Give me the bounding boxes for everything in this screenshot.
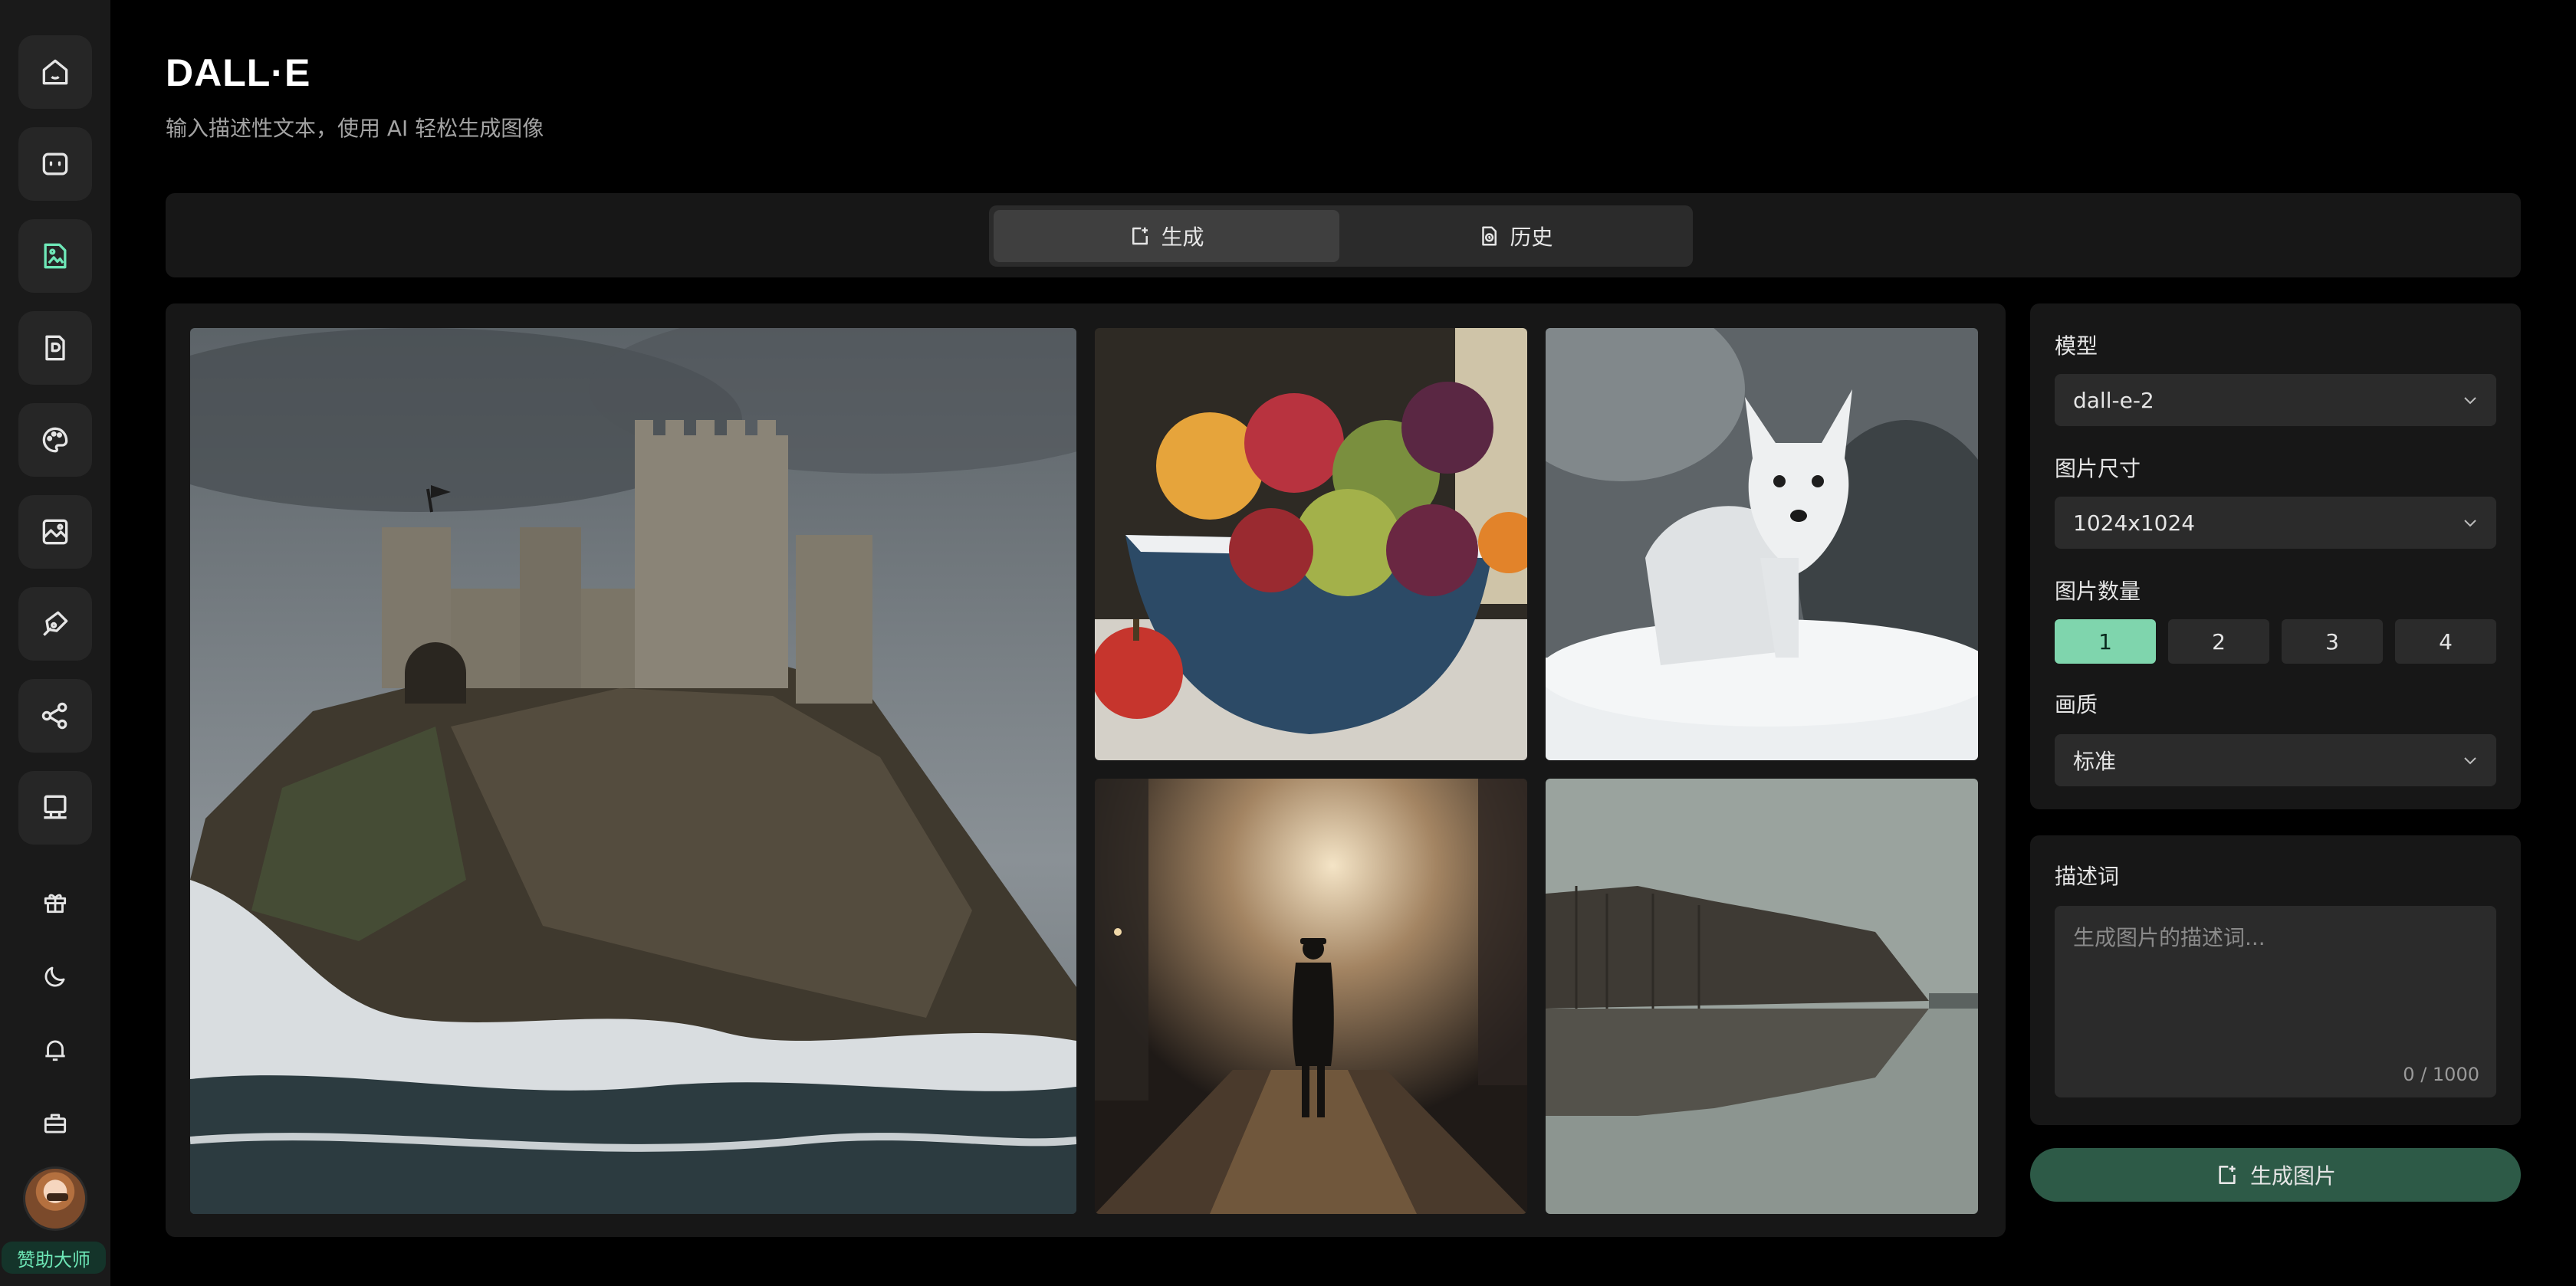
edit-icon — [2219, 1166, 2236, 1184]
pen-icon — [43, 611, 68, 636]
chevron-down-icon — [2464, 757, 2476, 765]
nav-picture[interactable] — [18, 495, 92, 569]
tab-generate-label: 生成 — [1161, 225, 1204, 250]
generate-button[interactable]: 生成图片 — [2030, 1148, 2521, 1202]
model-label: 模型 — [2055, 333, 2098, 359]
tab-history[interactable]: 历史 — [1342, 210, 1688, 262]
tab-history-label: 历史 — [1510, 225, 1553, 250]
char-counter: 0 / 1000 — [2403, 1064, 2479, 1085]
nav-image-generate[interactable] — [18, 219, 92, 293]
sidebar: 赞助大师 — [0, 0, 110, 1286]
castle-image[interactable] — [190, 328, 1076, 1214]
gift-icon — [44, 894, 67, 914]
presentation-icon — [44, 795, 67, 819]
nav-document[interactable] — [18, 311, 92, 385]
nav-palette[interactable] — [18, 403, 92, 477]
page-subtitle: 输入描述性文本，使用 AI 轻松生成图像 — [166, 116, 544, 141]
count-option-1[interactable]: 1 — [2055, 619, 2156, 664]
count-label: 图片数量 — [2055, 579, 2141, 604]
palette-icon — [42, 427, 68, 453]
quality-label: 画质 — [2055, 692, 2098, 717]
count-option-2[interactable]: 2 — [2168, 619, 2269, 664]
nav-chat[interactable] — [18, 127, 92, 201]
image-generate-icon — [44, 243, 67, 269]
tab-generate[interactable]: 生成 — [994, 210, 1339, 262]
nav-home[interactable] — [18, 35, 92, 109]
home-icon — [42, 59, 68, 85]
prompt-input[interactable]: 生成图片的描述词... 0 / 1000 — [2055, 906, 2496, 1097]
chevron-down-icon — [2464, 397, 2476, 405]
gift-button[interactable] — [31, 878, 80, 927]
share-icon — [41, 702, 67, 730]
model-select[interactable]: dall-e-2 — [2055, 374, 2496, 426]
nav-share[interactable] — [18, 679, 92, 753]
document-icon — [45, 335, 65, 361]
lake-reflection-image[interactable] — [1546, 779, 1978, 1214]
tabs-bar: 生成 历史 — [166, 193, 2521, 277]
chat-icon — [42, 153, 68, 176]
theme-toggle-button[interactable] — [31, 952, 80, 1001]
notifications-button[interactable] — [31, 1025, 80, 1074]
size-value: 1024x1024 — [2073, 510, 2196, 536]
briefcase-icon — [44, 1114, 67, 1133]
moon-icon — [44, 966, 65, 987]
settings-panel: 模型 dall-e-2 图片尺寸 1024x1024 图片数量 1 2 3 4 … — [2030, 303, 2521, 809]
nav-presentation[interactable] — [18, 771, 92, 845]
image-gallery — [166, 303, 2006, 1237]
work-button[interactable] — [31, 1099, 80, 1148]
prompt-placeholder: 生成图片的描述词... — [2073, 925, 2266, 950]
avatar[interactable] — [23, 1166, 87, 1231]
count-selector: 1 2 3 4 — [2055, 619, 2496, 664]
quality-value: 标准 — [2073, 749, 2117, 774]
quality-select[interactable]: 标准 — [2055, 734, 2496, 786]
page-title: DALL·E — [166, 51, 311, 94]
history-icon — [1482, 226, 1497, 246]
arctic-fox-image[interactable] — [1546, 328, 1978, 760]
bell-icon — [45, 1040, 65, 1061]
edit-icon — [1132, 227, 1148, 245]
fruit-bowl-image[interactable] — [1095, 328, 1527, 760]
sponsor-badge[interactable]: 赞助大师 — [2, 1242, 106, 1274]
nav-pen[interactable] — [18, 587, 92, 661]
picture-icon — [42, 519, 68, 545]
size-select[interactable]: 1024x1024 — [2055, 497, 2496, 549]
count-option-3[interactable]: 3 — [2282, 619, 2383, 664]
tab-group: 生成 历史 — [989, 205, 1693, 267]
generate-button-label: 生成图片 — [2249, 1163, 2336, 1189]
count-option-4[interactable]: 4 — [2395, 619, 2496, 664]
prompt-panel: 描述词 生成图片的描述词... 0 / 1000 — [2030, 835, 2521, 1125]
street-figure-image[interactable] — [1095, 779, 1527, 1214]
size-label: 图片尺寸 — [2055, 456, 2141, 481]
prompt-label: 描述词 — [2055, 864, 2120, 889]
model-value: dall-e-2 — [2073, 387, 2154, 413]
chevron-down-icon — [2464, 520, 2476, 527]
